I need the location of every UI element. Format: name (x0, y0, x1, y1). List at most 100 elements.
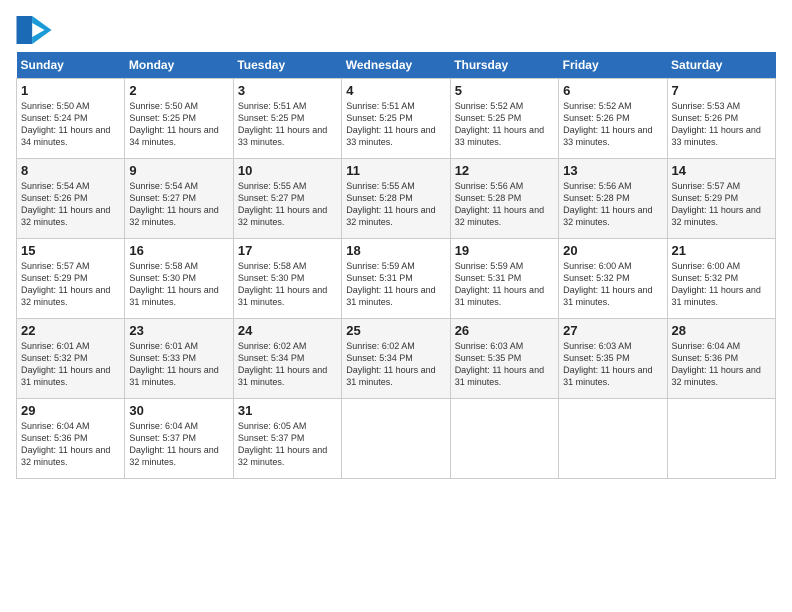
day-number: 18 (346, 243, 445, 258)
day-number: 5 (455, 83, 554, 98)
calendar-cell: 18 Sunrise: 5:59 AM Sunset: 5:31 PM Dayl… (342, 239, 450, 319)
day-number: 7 (672, 83, 771, 98)
day-number: 25 (346, 323, 445, 338)
day-info: Sunrise: 5:51 AM Sunset: 5:25 PM Dayligh… (238, 100, 337, 149)
day-info: Sunrise: 6:04 AM Sunset: 5:37 PM Dayligh… (129, 420, 228, 469)
calendar-cell: 24 Sunrise: 6:02 AM Sunset: 5:34 PM Dayl… (233, 319, 341, 399)
day-info: Sunrise: 6:00 AM Sunset: 5:32 PM Dayligh… (672, 260, 771, 309)
day-info: Sunrise: 5:51 AM Sunset: 5:25 PM Dayligh… (346, 100, 445, 149)
weekday-header: Thursday (450, 52, 558, 79)
calendar-cell: 21 Sunrise: 6:00 AM Sunset: 5:32 PM Dayl… (667, 239, 775, 319)
day-number: 9 (129, 163, 228, 178)
calendar-week-row: 1 Sunrise: 5:50 AM Sunset: 5:24 PM Dayli… (17, 79, 776, 159)
weekday-header: Saturday (667, 52, 775, 79)
day-info: Sunrise: 6:00 AM Sunset: 5:32 PM Dayligh… (563, 260, 662, 309)
day-number: 2 (129, 83, 228, 98)
day-info: Sunrise: 5:53 AM Sunset: 5:26 PM Dayligh… (672, 100, 771, 149)
calendar-cell: 2 Sunrise: 5:50 AM Sunset: 5:25 PM Dayli… (125, 79, 233, 159)
day-number: 16 (129, 243, 228, 258)
day-number: 11 (346, 163, 445, 178)
weekday-header-row: SundayMondayTuesdayWednesdayThursdayFrid… (17, 52, 776, 79)
day-info: Sunrise: 5:57 AM Sunset: 5:29 PM Dayligh… (21, 260, 120, 309)
calendar-cell: 20 Sunrise: 6:00 AM Sunset: 5:32 PM Dayl… (559, 239, 667, 319)
day-number: 6 (563, 83, 662, 98)
day-info: Sunrise: 6:04 AM Sunset: 5:36 PM Dayligh… (672, 340, 771, 389)
weekday-header: Monday (125, 52, 233, 79)
day-info: Sunrise: 5:52 AM Sunset: 5:26 PM Dayligh… (563, 100, 662, 149)
day-info: Sunrise: 5:56 AM Sunset: 5:28 PM Dayligh… (563, 180, 662, 229)
weekday-header: Wednesday (342, 52, 450, 79)
calendar-cell: 3 Sunrise: 5:51 AM Sunset: 5:25 PM Dayli… (233, 79, 341, 159)
day-number: 13 (563, 163, 662, 178)
calendar-cell: 29 Sunrise: 6:04 AM Sunset: 5:36 PM Dayl… (17, 399, 125, 479)
weekday-header: Sunday (17, 52, 125, 79)
calendar-cell: 19 Sunrise: 5:59 AM Sunset: 5:31 PM Dayl… (450, 239, 558, 319)
calendar-cell (559, 399, 667, 479)
day-info: Sunrise: 6:05 AM Sunset: 5:37 PM Dayligh… (238, 420, 337, 469)
day-number: 8 (21, 163, 120, 178)
day-info: Sunrise: 6:03 AM Sunset: 5:35 PM Dayligh… (455, 340, 554, 389)
weekday-header: Friday (559, 52, 667, 79)
day-number: 1 (21, 83, 120, 98)
calendar-cell (342, 399, 450, 479)
day-info: Sunrise: 5:54 AM Sunset: 5:27 PM Dayligh… (129, 180, 228, 229)
day-number: 28 (672, 323, 771, 338)
calendar-cell: 13 Sunrise: 5:56 AM Sunset: 5:28 PM Dayl… (559, 159, 667, 239)
calendar-cell: 11 Sunrise: 5:55 AM Sunset: 5:28 PM Dayl… (342, 159, 450, 239)
day-number: 3 (238, 83, 337, 98)
day-info: Sunrise: 6:03 AM Sunset: 5:35 PM Dayligh… (563, 340, 662, 389)
calendar-cell: 15 Sunrise: 5:57 AM Sunset: 5:29 PM Dayl… (17, 239, 125, 319)
day-number: 21 (672, 243, 771, 258)
day-info: Sunrise: 5:58 AM Sunset: 5:30 PM Dayligh… (238, 260, 337, 309)
calendar-cell: 9 Sunrise: 5:54 AM Sunset: 5:27 PM Dayli… (125, 159, 233, 239)
day-info: Sunrise: 6:02 AM Sunset: 5:34 PM Dayligh… (238, 340, 337, 389)
calendar-cell: 10 Sunrise: 5:55 AM Sunset: 5:27 PM Dayl… (233, 159, 341, 239)
day-info: Sunrise: 5:50 AM Sunset: 5:24 PM Dayligh… (21, 100, 120, 149)
day-info: Sunrise: 5:59 AM Sunset: 5:31 PM Dayligh… (346, 260, 445, 309)
calendar-cell: 22 Sunrise: 6:01 AM Sunset: 5:32 PM Dayl… (17, 319, 125, 399)
calendar-cell: 7 Sunrise: 5:53 AM Sunset: 5:26 PM Dayli… (667, 79, 775, 159)
day-number: 10 (238, 163, 337, 178)
day-info: Sunrise: 5:50 AM Sunset: 5:25 PM Dayligh… (129, 100, 228, 149)
day-number: 17 (238, 243, 337, 258)
day-info: Sunrise: 5:59 AM Sunset: 5:31 PM Dayligh… (455, 260, 554, 309)
day-info: Sunrise: 5:57 AM Sunset: 5:29 PM Dayligh… (672, 180, 771, 229)
day-number: 20 (563, 243, 662, 258)
calendar-week-row: 15 Sunrise: 5:57 AM Sunset: 5:29 PM Dayl… (17, 239, 776, 319)
calendar-cell: 1 Sunrise: 5:50 AM Sunset: 5:24 PM Dayli… (17, 79, 125, 159)
day-number: 24 (238, 323, 337, 338)
day-info: Sunrise: 5:52 AM Sunset: 5:25 PM Dayligh… (455, 100, 554, 149)
calendar-cell: 27 Sunrise: 6:03 AM Sunset: 5:35 PM Dayl… (559, 319, 667, 399)
day-number: 23 (129, 323, 228, 338)
day-number: 26 (455, 323, 554, 338)
calendar-cell: 30 Sunrise: 6:04 AM Sunset: 5:37 PM Dayl… (125, 399, 233, 479)
day-number: 31 (238, 403, 337, 418)
calendar-cell: 6 Sunrise: 5:52 AM Sunset: 5:26 PM Dayli… (559, 79, 667, 159)
calendar-cell: 4 Sunrise: 5:51 AM Sunset: 5:25 PM Dayli… (342, 79, 450, 159)
day-number: 4 (346, 83, 445, 98)
day-info: Sunrise: 6:04 AM Sunset: 5:36 PM Dayligh… (21, 420, 120, 469)
calendar-week-row: 8 Sunrise: 5:54 AM Sunset: 5:26 PM Dayli… (17, 159, 776, 239)
day-number: 14 (672, 163, 771, 178)
day-number: 30 (129, 403, 228, 418)
day-info: Sunrise: 5:54 AM Sunset: 5:26 PM Dayligh… (21, 180, 120, 229)
calendar-cell: 31 Sunrise: 6:05 AM Sunset: 5:37 PM Dayl… (233, 399, 341, 479)
calendar-cell: 17 Sunrise: 5:58 AM Sunset: 5:30 PM Dayl… (233, 239, 341, 319)
day-number: 22 (21, 323, 120, 338)
calendar-week-row: 29 Sunrise: 6:04 AM Sunset: 5:36 PM Dayl… (17, 399, 776, 479)
calendar-cell: 5 Sunrise: 5:52 AM Sunset: 5:25 PM Dayli… (450, 79, 558, 159)
calendar-cell: 12 Sunrise: 5:56 AM Sunset: 5:28 PM Dayl… (450, 159, 558, 239)
day-info: Sunrise: 6:01 AM Sunset: 5:32 PM Dayligh… (21, 340, 120, 389)
day-info: Sunrise: 5:55 AM Sunset: 5:27 PM Dayligh… (238, 180, 337, 229)
logo (16, 16, 56, 44)
day-number: 29 (21, 403, 120, 418)
calendar-cell: 28 Sunrise: 6:04 AM Sunset: 5:36 PM Dayl… (667, 319, 775, 399)
logo-icon (16, 16, 52, 44)
day-number: 27 (563, 323, 662, 338)
calendar-table: SundayMondayTuesdayWednesdayThursdayFrid… (16, 52, 776, 479)
calendar-cell (450, 399, 558, 479)
day-number: 19 (455, 243, 554, 258)
day-info: Sunrise: 6:01 AM Sunset: 5:33 PM Dayligh… (129, 340, 228, 389)
calendar-cell: 23 Sunrise: 6:01 AM Sunset: 5:33 PM Dayl… (125, 319, 233, 399)
calendar-cell: 16 Sunrise: 5:58 AM Sunset: 5:30 PM Dayl… (125, 239, 233, 319)
